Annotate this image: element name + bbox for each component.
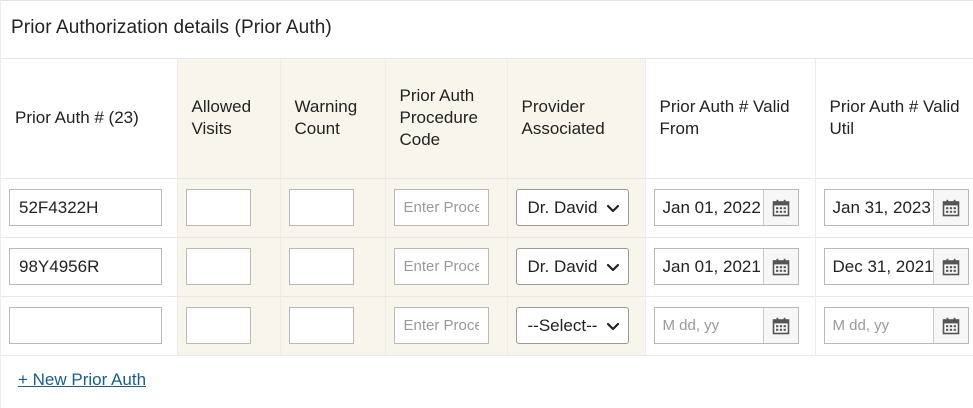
valid-from-placeholder: M dd, yy [662,317,720,334]
allowed-visits-input[interactable] [185,189,251,226]
calendar-button[interactable] [762,308,798,343]
cell-procedure-code [385,177,508,237]
calendar-icon [772,258,789,275]
valid-from-date-field[interactable]: Jan 01, 2022 [653,189,799,226]
warning-count-input[interactable] [288,248,354,285]
header-provider-associated: Provider Associated [507,59,646,178]
provider-select[interactable]: --Select-- [515,307,629,344]
calendar-button[interactable] [932,190,968,225]
calendar-button[interactable] [762,190,798,225]
calendar-button[interactable] [932,308,968,343]
table-row: Dr. David Jan 01, 2021 Dec 31, 2021 [1,236,973,296]
panel-title: Prior Authorization details (Prior Auth) [11,17,332,38]
valid-from-date-field[interactable]: M dd, yy [653,307,799,344]
cell-valid-until: Jan 31, 2023 [815,177,973,237]
valid-until-value: Dec 31, 2021 [832,257,934,276]
cell-warning-count [280,295,386,356]
valid-until-value: Jan 31, 2023 [832,198,931,217]
header-procedure-code: Prior Auth Procedure Code [385,59,508,178]
cell-allowed-visits [177,236,281,296]
cell-prior-auth-number [1,295,178,356]
cell-valid-until: Dec 31, 2021 [815,236,973,296]
valid-until-date-field[interactable]: Dec 31, 2021 [823,248,969,285]
table-header-row: Prior Auth # (23) Allowed Visits Warning… [1,59,973,178]
provider-select-value: --Select-- [527,315,598,335]
prior-auth-table: Prior Auth # (23) Allowed Visits Warning… [1,59,973,356]
calendar-icon [942,258,959,275]
valid-from-date-field[interactable]: Jan 01, 2021 [653,248,799,285]
header-valid-from: Prior Auth # Valid From [645,59,816,178]
header-warning-count: Warning Count [280,59,386,178]
allowed-visits-input[interactable] [185,248,251,285]
valid-from-value: Jan 01, 2022 [662,198,761,217]
allowed-visits-input[interactable] [185,307,251,344]
cell-provider: Dr. David [507,177,646,237]
cell-allowed-visits [177,177,281,237]
cell-provider: Dr. David [507,236,646,296]
calendar-icon [942,317,959,334]
valid-until-date-field[interactable]: M dd, yy [823,307,969,344]
cell-procedure-code [385,295,508,356]
table-row: Dr. David Jan 01, 2022 Jan 31, 2023 [1,177,973,237]
table-row: --Select-- M dd, yy M dd, yy [1,295,973,356]
calendar-icon [772,317,789,334]
prior-auth-number-input[interactable] [9,307,162,344]
prior-auth-panel: Prior Authorization details (Prior Auth)… [0,0,973,408]
calendar-button[interactable] [762,249,798,284]
new-prior-auth-link[interactable]: + New Prior Auth [18,370,146,390]
provider-select-value: Dr. David [527,197,598,217]
valid-until-date-field[interactable]: Jan 31, 2023 [823,189,969,226]
calendar-icon [772,199,789,216]
cell-valid-from: Jan 01, 2022 [645,177,816,237]
valid-until-placeholder: M dd, yy [832,317,890,334]
header-prior-auth-number: Prior Auth # (23) [1,59,178,178]
cell-prior-auth-number [1,177,178,237]
procedure-code-input[interactable] [393,307,489,344]
prior-auth-number-input[interactable] [9,248,162,285]
cell-warning-count [280,236,386,296]
cell-valid-from: M dd, yy [645,295,816,356]
warning-count-input[interactable] [288,189,354,226]
cell-allowed-visits [177,295,281,356]
provider-select[interactable]: Dr. David [515,189,629,226]
cell-prior-auth-number [1,236,178,296]
cell-valid-until: M dd, yy [815,295,973,356]
header-valid-until: Prior Auth # Valid Util [829,97,960,139]
cell-warning-count [280,177,386,237]
valid-from-value: Jan 01, 2021 [662,257,761,276]
provider-select[interactable]: Dr. David [515,248,629,285]
provider-select-value: Dr. David [527,256,598,276]
chevron-down-icon [606,204,619,213]
cell-valid-from: Jan 01, 2021 [645,236,816,296]
cell-procedure-code [385,236,508,296]
procedure-code-input[interactable] [393,189,489,226]
warning-count-input[interactable] [288,307,354,344]
calendar-icon [942,199,959,216]
cell-provider: --Select-- [507,295,646,356]
prior-auth-number-input[interactable] [9,189,162,226]
header-allowed-visits: Allowed Visits [177,59,281,178]
procedure-code-input[interactable] [393,248,489,285]
chevron-down-icon [606,263,619,272]
calendar-button[interactable] [932,249,968,284]
chevron-down-icon [606,322,619,331]
